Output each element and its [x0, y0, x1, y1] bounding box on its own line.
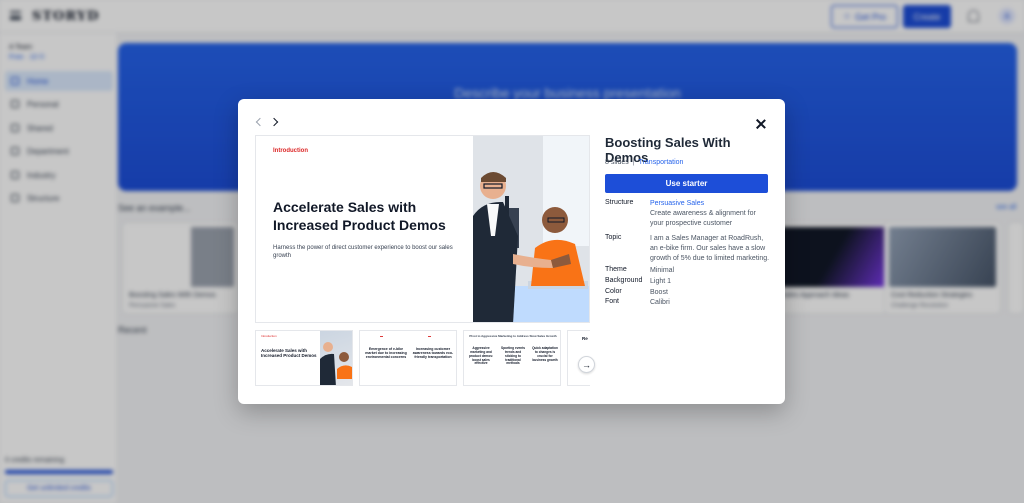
thumbnail-right-text: Increasing customer awareness towards ec… [412, 347, 454, 360]
background-label: Background [605, 277, 643, 284]
slide-thumbnail[interactable]: ▬ ▬ Emergence of e-bike market due to in… [359, 330, 457, 386]
thumbnail-photo [320, 331, 352, 385]
thumbnail-col-2: Sporting events trends and sticking to t… [500, 346, 526, 366]
theme-value: Minimal [650, 267, 675, 274]
thumbnail-title: Accelerate Sales with Increased Product … [261, 348, 317, 359]
thumbnail-col-3: Quick adaptation to changes is crucial f… [532, 346, 558, 362]
thumbnail-tag: Introduction [261, 334, 277, 338]
thumbnails-next-button[interactable]: → [578, 356, 595, 373]
font-label: Font [605, 298, 620, 305]
business-handshake-photo [473, 136, 589, 322]
thumbnail-tag-right: ▬ [428, 334, 431, 338]
background-value: Light 1 [650, 278, 672, 285]
thumbnail-title: Re [582, 336, 588, 341]
thumbnail-tag-left: ▬ [380, 334, 383, 338]
slide-preview: Introduction Accelerate Sales with Incre… [255, 135, 590, 323]
thumbnail-photo-illustration [320, 342, 352, 385]
starter-info-panel: Boosting Sales With Demos 8 slides | Trans… [605, 135, 770, 306]
color-label: Color [605, 288, 622, 295]
font-value: Calibri [650, 299, 670, 306]
topic-value: I am a Sales Manager at RoadRush, an e-b… [650, 235, 770, 262]
use-starter-button[interactable]: Use starter [605, 174, 768, 193]
color-value: Boost [650, 289, 668, 296]
theme-label: Theme [605, 266, 627, 273]
starter-preview-modal: Introduction Accelerate Sales with Incre… [238, 99, 785, 404]
slide-description: Harness the power of direct customer exp… [273, 245, 453, 260]
slide-thumbnail[interactable]: Pivot to Aggressive Marketing to Address… [463, 330, 561, 386]
photo-illustration [473, 136, 589, 322]
slide-section-tag: Introduction [273, 148, 308, 154]
close-icon[interactable] [755, 118, 767, 130]
slide-thumbnails: Introduction Accelerate Sales with Incre… [255, 330, 590, 387]
slide-title: Accelerate Sales with Increased Product … [273, 199, 446, 233]
arrow-right-icon: → [582, 359, 591, 370]
starter-meta: 8 slides | Transportation [605, 159, 683, 166]
topic-label: Topic [605, 234, 622, 241]
next-arrow-icon[interactable] [270, 116, 280, 128]
structure-label: Structure [605, 199, 634, 206]
meta-separator: | [632, 159, 635, 166]
slide-count: 8 slides [605, 159, 629, 166]
slide-thumbnail[interactable]: Introduction Accelerate Sales with Incre… [255, 330, 353, 386]
thumbnail-left-text: Emergence of e-bike market due to increa… [365, 347, 407, 360]
category-link[interactable]: Transportation [639, 159, 684, 166]
structure-description: Create awareness & alignment for your pr… [650, 210, 756, 227]
thumbnail-col-1: Aggressive marketing and product demos: … [468, 346, 494, 366]
thumbnail-header: Pivot to Aggressive Marketing to Address… [469, 334, 557, 338]
structure-link[interactable]: Persuasive Sales [650, 199, 770, 209]
previous-arrow-icon[interactable] [253, 116, 263, 128]
